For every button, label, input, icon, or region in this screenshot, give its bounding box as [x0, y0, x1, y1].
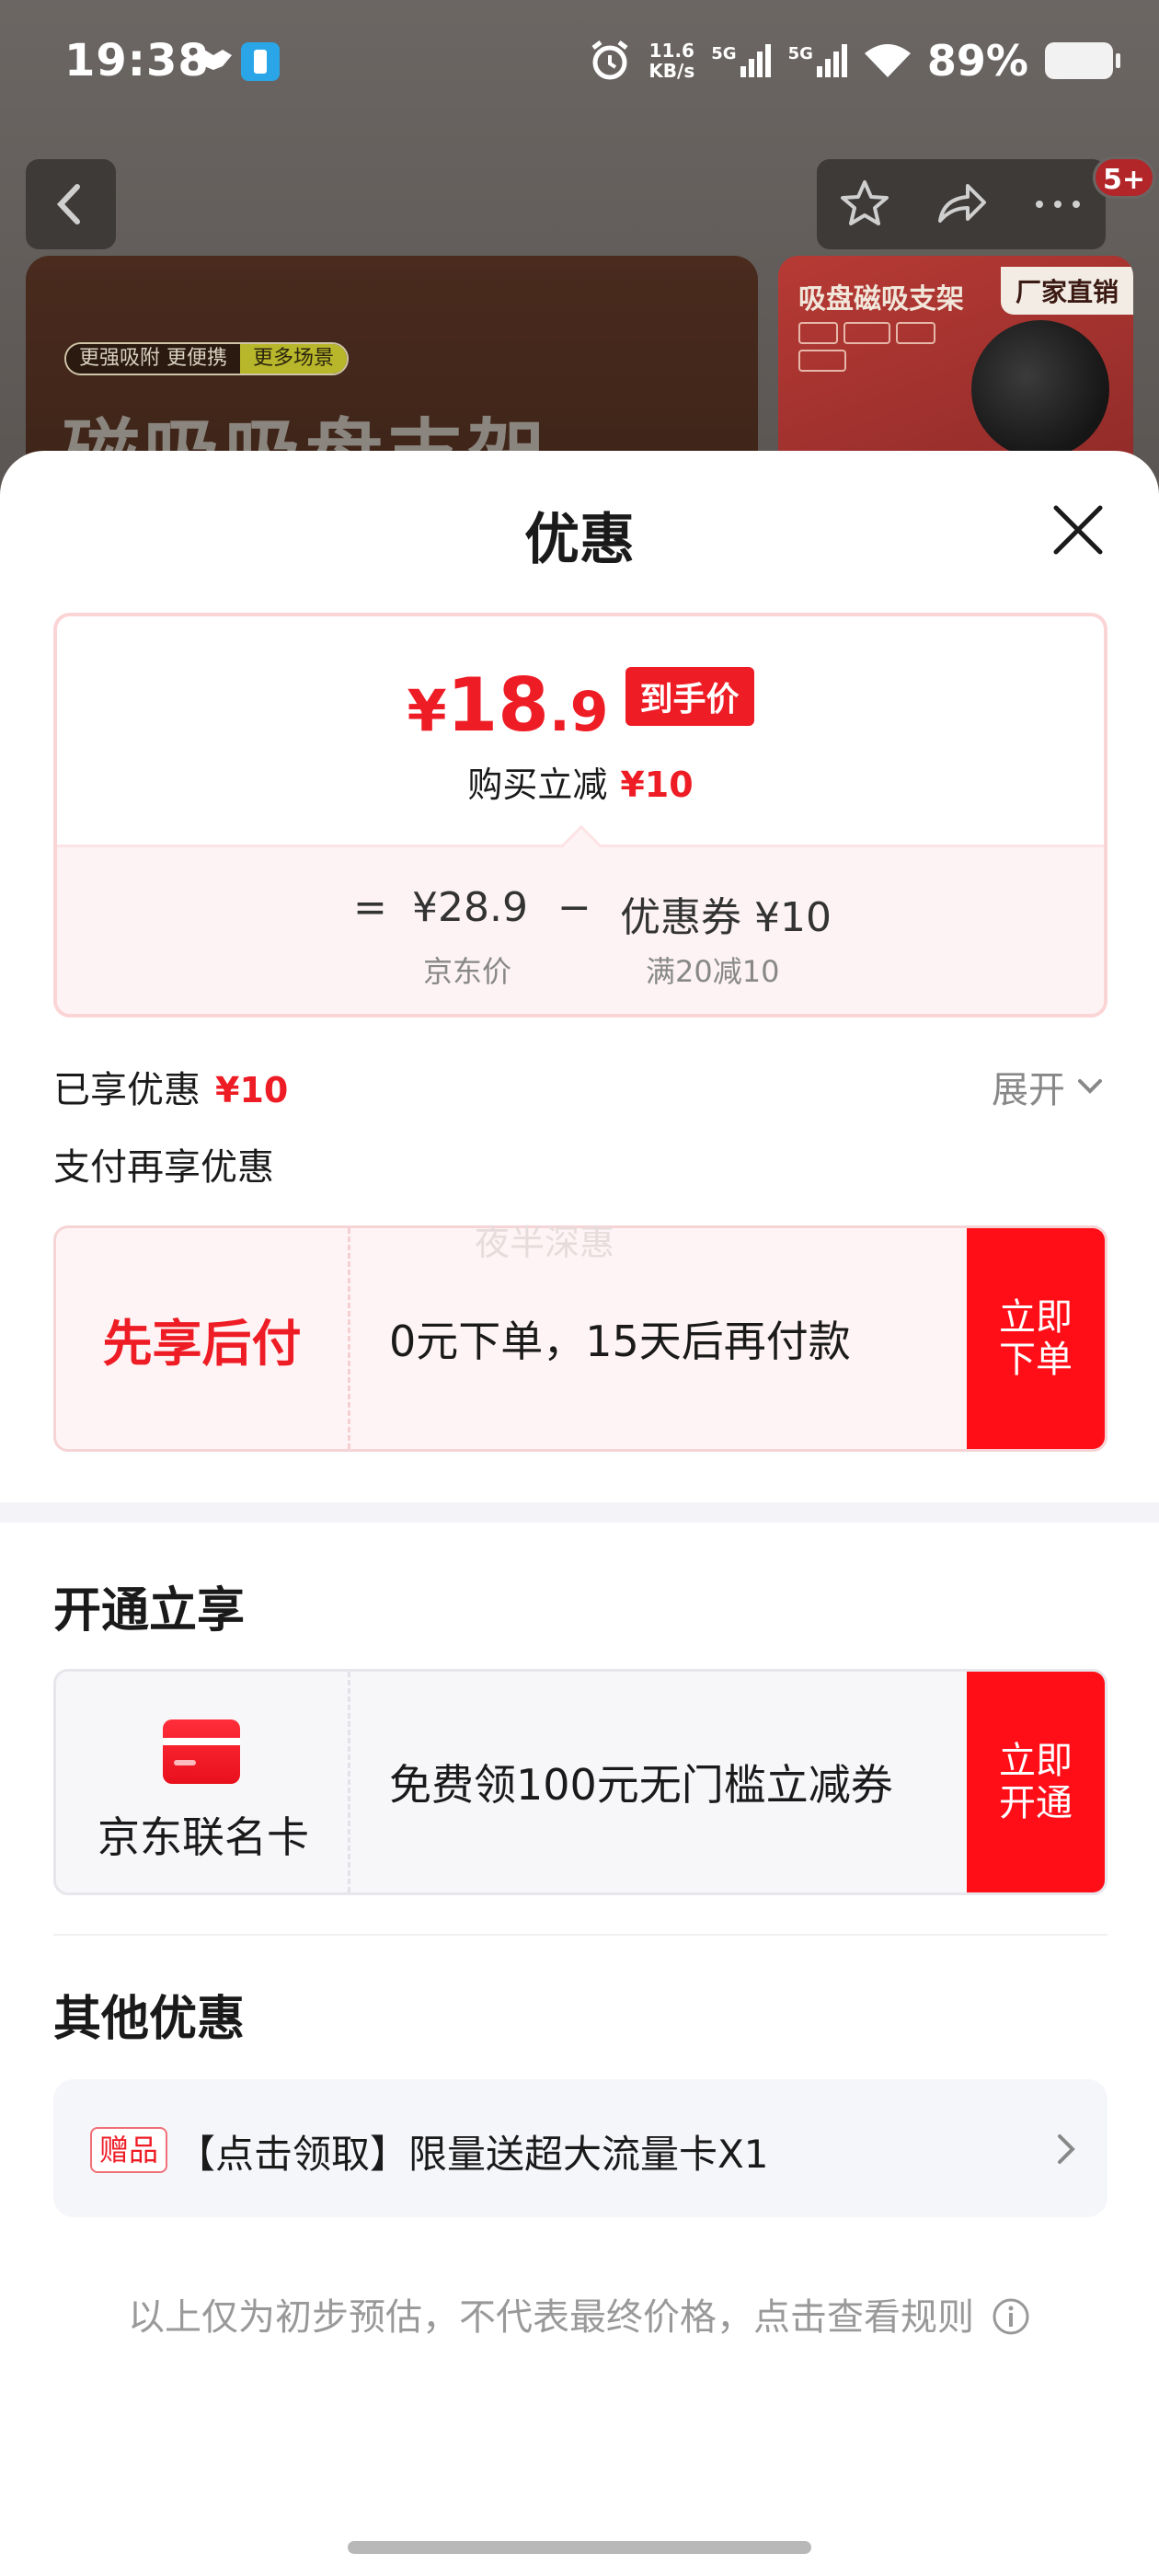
chip: [798, 350, 846, 372]
watermark: 夜半深惠: [475, 1223, 615, 1263]
notification-badge: 5+: [1093, 156, 1156, 199]
thumbnail-tag: 厂家直销: [1000, 267, 1133, 315]
enjoyed-label: 已享优惠: [53, 1069, 201, 1111]
base-price: ¥28.9: [412, 884, 528, 931]
sheet-title: 优惠: [524, 508, 635, 572]
price-card: ¥18.9 到手价 购买立减 ¥10 = ¥28.9 − 优惠券 ¥10 京东价 满…: [53, 613, 1107, 1018]
thumbnail-title: 吸盘磁吸支架: [798, 283, 964, 316]
coupon-value: 优惠券 ¥10: [620, 894, 832, 941]
price-integer: 18: [446, 662, 549, 748]
gift-tag: 赠品: [90, 2127, 168, 2173]
section-divider: [0, 1502, 1159, 1523]
chip: [798, 322, 838, 344]
thumbnail-chips: [798, 322, 955, 372]
card-offer-desc: 免费领100元无门槛立减券: [389, 1760, 893, 1810]
price-decimal: .9: [548, 680, 609, 744]
footnote-text: 以上仅为初步预估，不代表最终价格，点击查看规则: [128, 2296, 974, 2339]
back-button[interactable]: [26, 159, 116, 249]
status-time: 19:38: [64, 35, 210, 86]
signal-2: 5G: [788, 44, 848, 77]
order-now-label: 立即 下单: [999, 1296, 1073, 1381]
reduce-value: ¥10: [620, 765, 694, 805]
star-icon[interactable]: [837, 177, 892, 232]
card-left: 京东联名卡: [56, 1672, 350, 1892]
divider: [53, 1934, 1107, 1936]
chip: [843, 322, 891, 344]
open-now-button[interactable]: 立即 开通: [967, 1672, 1105, 1892]
open-section-title: 开通立享: [53, 1583, 246, 1639]
price-tag: 到手价: [625, 667, 754, 726]
signal-1: 5G: [711, 44, 771, 77]
pay-later-desc: 0元下单，15天后再付款: [389, 1317, 851, 1366]
net-speed: 11.6 KB/s: [648, 40, 695, 82]
expand-label: 展开: [992, 1069, 1065, 1111]
status-bar: 19:38 11.6 KB/s 5G 5G 89%: [0, 0, 1159, 129]
rules-footnote[interactable]: 以上仅为初步预估，不代表最终价格，点击查看规则: [0, 2287, 1159, 2340]
chevron-right-icon: [1058, 2134, 1075, 2164]
gift-row[interactable]: 赠品 【点击领取】限量送超大流量卡X1: [53, 2079, 1107, 2217]
currency-symbol: ¥: [407, 677, 447, 744]
more-icon[interactable]: [1030, 195, 1085, 213]
share-icon[interactable]: [933, 177, 990, 232]
status-right: 11.6 KB/s 5G 5G 89%: [588, 33, 1120, 88]
hero-tag: 更多场景: [240, 344, 348, 374]
price-summary: ¥18.9 到手价 购买立减 ¥10: [57, 616, 1104, 845]
expand-button[interactable]: 展开: [992, 1060, 1104, 1113]
chevron-down-icon: [1078, 1079, 1102, 1094]
enjoyed-discount: 已享优惠 ¥10: [53, 1060, 288, 1113]
co-brand-card-offer[interactable]: 京东联名卡 免费领100元无门槛立减券 立即 开通: [53, 1669, 1107, 1895]
hero-tag: 更强吸附 更便携: [66, 344, 240, 374]
phone-app-icon: [241, 42, 280, 81]
pay-section-label: 支付再享优惠: [53, 1146, 274, 1189]
final-price: ¥18.9 到手价: [57, 662, 1104, 748]
credit-card-icon: [163, 1719, 240, 1784]
signal-bars-icon: [740, 44, 771, 77]
info-icon[interactable]: [991, 2296, 1031, 2337]
battery-percent: 89%: [926, 36, 1028, 86]
open-now-label: 立即 开通: [999, 1740, 1073, 1824]
hero-tags: 更强吸附 更便携 更多场景: [64, 342, 350, 375]
minus-sign: −: [557, 884, 591, 931]
top-action-group: [817, 159, 1106, 249]
gift-text: 【点击领取】限量送超大流量卡X1: [177, 2132, 769, 2177]
card-name: 京东联名卡: [98, 1812, 309, 1862]
reduce-label: 购买立减: [467, 765, 608, 805]
alarm-icon: [591, 40, 628, 80]
battery-icon: [1045, 42, 1120, 79]
close-icon[interactable]: [1049, 500, 1107, 559]
handshake-icon: [193, 50, 232, 70]
home-indicator[interactable]: [348, 2541, 811, 2554]
product-image: [971, 320, 1109, 458]
wifi-icon: [864, 44, 911, 77]
pay-later-title: 先享后付: [56, 1228, 350, 1449]
coupon-label: 满20减10: [646, 954, 780, 989]
signal-bars-icon: [816, 44, 847, 77]
reduce-line: 购买立减 ¥10: [57, 756, 1104, 807]
order-now-button[interactable]: 立即 下单: [967, 1228, 1105, 1449]
other-section-title: 其他优惠: [53, 1992, 246, 2047]
back-icon: [56, 184, 80, 224]
chip: [896, 322, 936, 344]
enjoyed-value: ¥10: [215, 1070, 289, 1110]
base-price-label: 京东价: [423, 954, 512, 989]
price-breakdown: = ¥28.9 − 优惠券 ¥10 京东价 满20减10: [57, 845, 1104, 1014]
discount-sheet: 优惠 ¥18.9 到手价 购买立减 ¥10 = ¥28.9 − 优惠券 ¥10 京东…: [0, 451, 1159, 2576]
equals-sign: =: [353, 884, 387, 931]
